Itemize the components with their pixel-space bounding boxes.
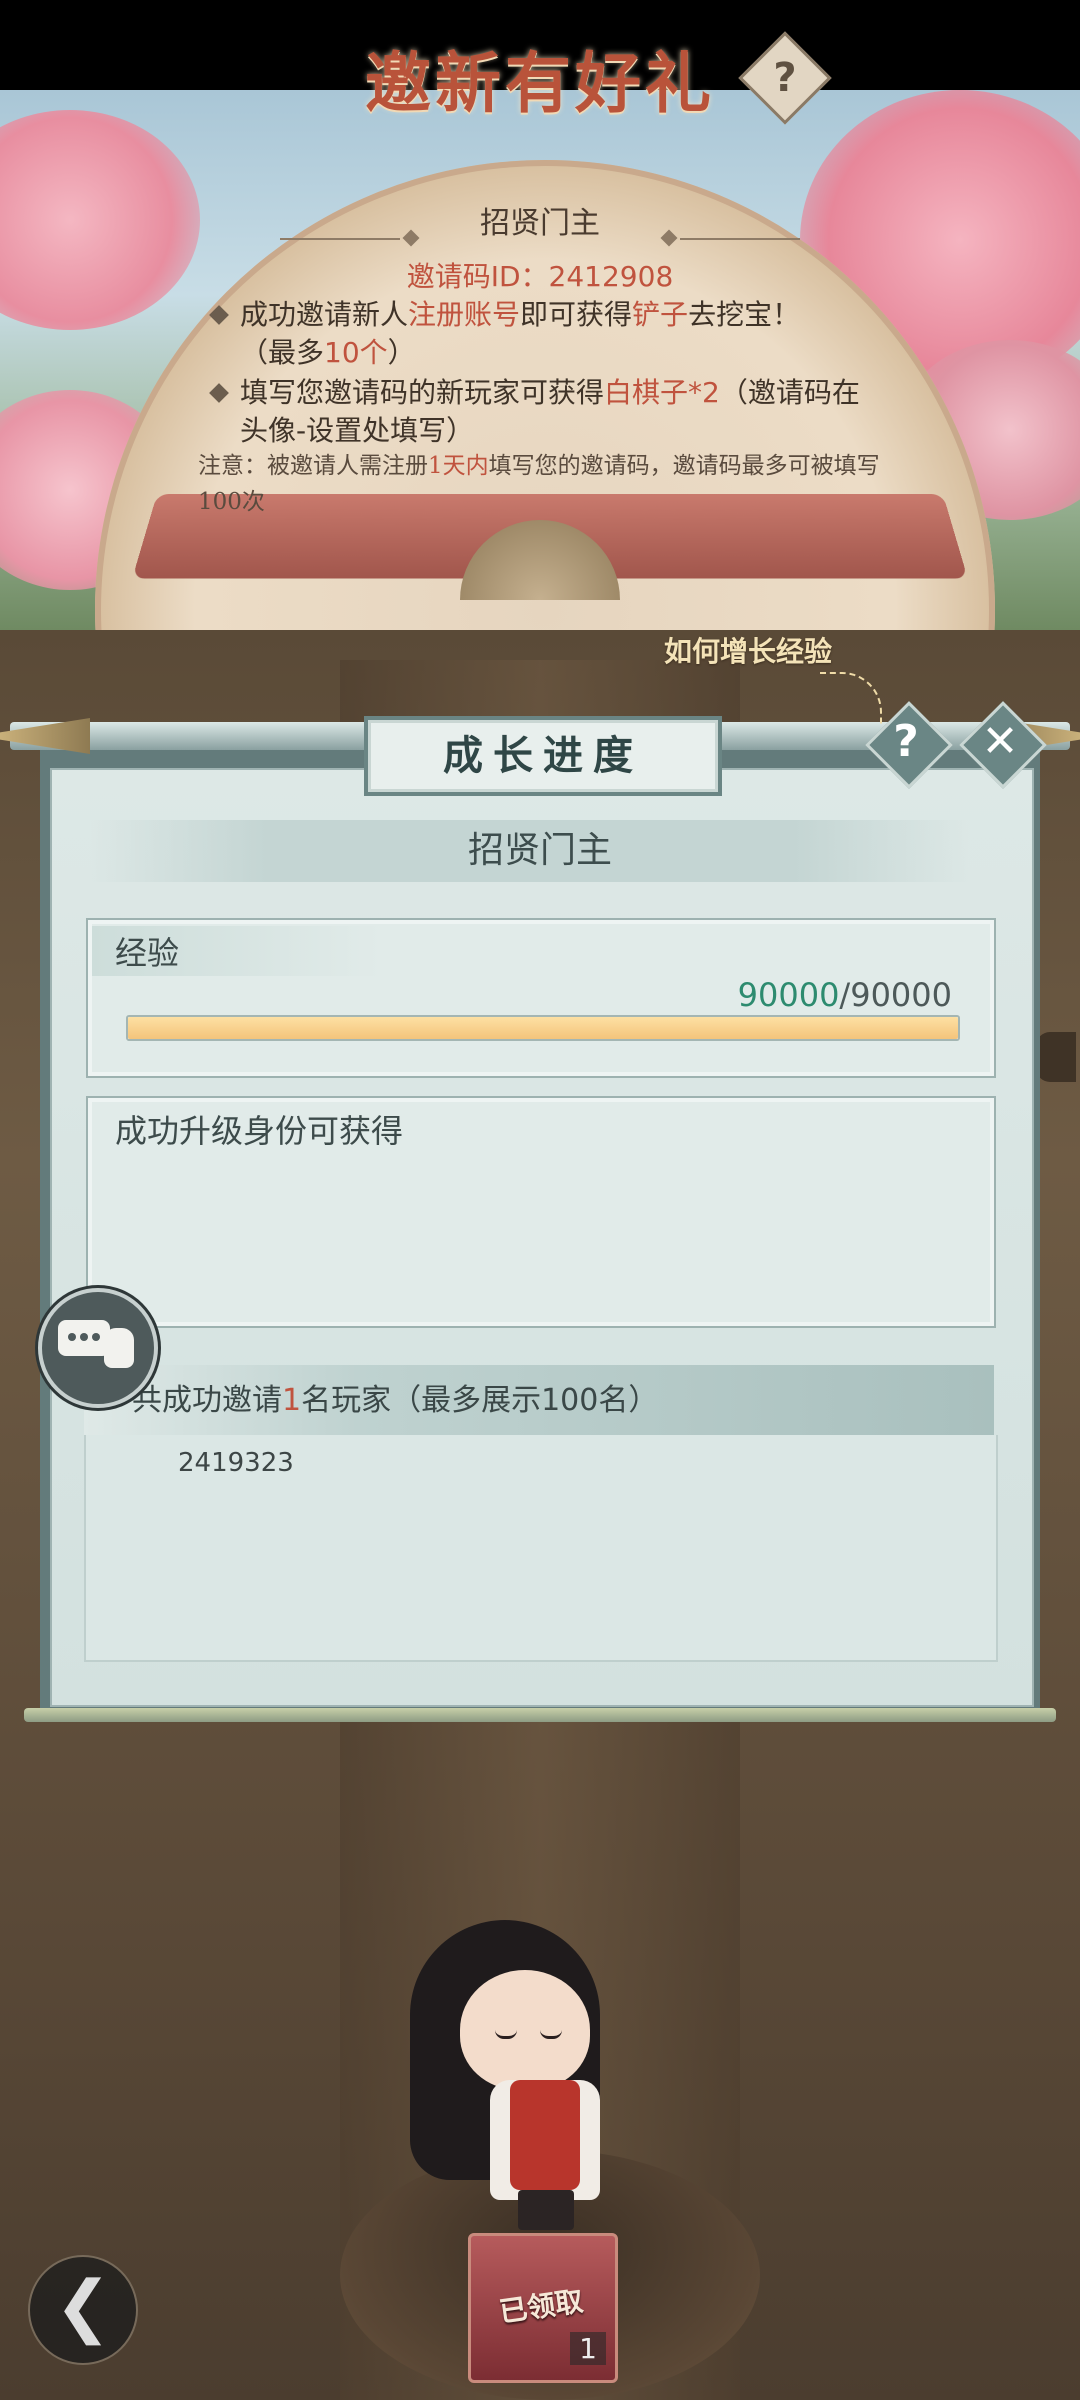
experience-current: 90000 [737,976,840,1014]
invite-note: 注意：被邀请人需注册1天内填写您的邀请码，邀请码最多可被填写100次 [198,453,880,515]
question-icon: ? [893,716,919,767]
chat-dot [68,1333,76,1341]
back-arrow-icon: ❮ [54,2267,112,2346]
close-icon: ✕ [981,716,1019,767]
chest-count: 1 [570,2332,606,2365]
experience-max: 90000 [850,976,952,1014]
game-screen: 邀新有好礼 ? 招贤门主 邀请码ID：2412908 成功邀请新人注册账号即可获… [0,0,1080,2400]
rewards-label: 成功升级身份可获得 [115,1112,404,1150]
rule-2: 填写您邀请码的新玩家可获得白棋子*2（邀请码在头像-设置处填写） [240,376,860,447]
divider-left [280,238,400,240]
experience-progress-bar [126,1015,960,1041]
question-icon: ? [773,55,797,101]
banner-subtitle: 招贤门主 [480,206,600,241]
scroll-rod-bottom [24,1708,1056,1722]
rank-title: 招贤门主 [467,830,612,871]
divider-right [680,238,800,240]
chat-dot [92,1333,100,1341]
chat-dot [80,1333,88,1341]
invite-count: 1 [282,1383,302,1418]
character-robe [510,2080,580,2190]
gourd-icon [104,1328,134,1368]
experience-separator: / [839,976,851,1014]
experience-label: 经验 [115,934,180,972]
invite-code: 邀请码ID：2412908 [406,260,674,293]
experience-value: 90000/90000 [640,976,952,1014]
list-item: 2419323 [178,1448,294,1478]
character-face [460,1970,590,2090]
banner-title: 邀新有好礼 [365,44,715,122]
rule-1: 成功邀请新人注册账号即可获得铲子去挖宝！ （最多10个） [240,298,801,369]
back-button[interactable]: ❮ [28,2255,138,2365]
character-legs [518,2190,574,2230]
invite-summary: 共成功邀请1名玩家（最多展示100名） [132,1383,659,1418]
how-to-gain-xp-hint[interactable]: 如何增长经验 [664,630,894,670]
side-tab[interactable] [1036,1032,1076,1082]
experience-progress-fill [128,1017,958,1039]
panel-title: 成长进度 [443,732,643,779]
